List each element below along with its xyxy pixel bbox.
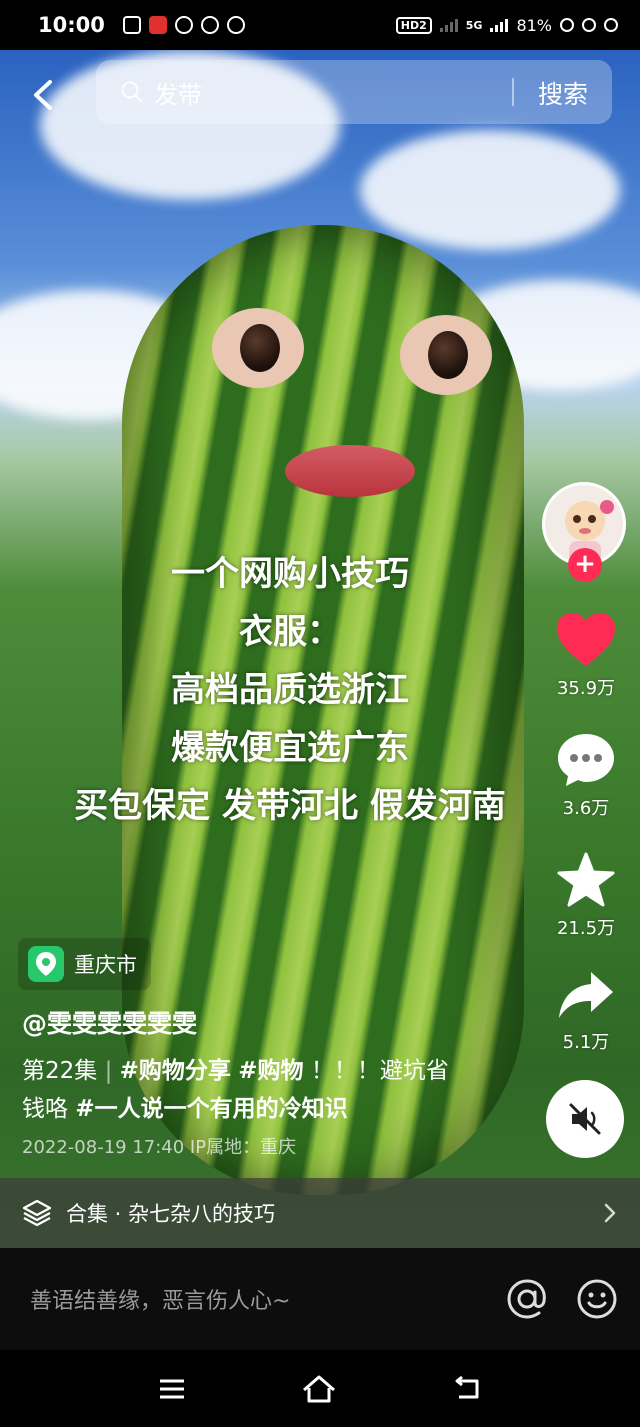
location-label: 重庆市 xyxy=(74,953,137,977)
status-time: 10:00 xyxy=(38,13,105,37)
hashtag[interactable]: #购物 xyxy=(238,1058,303,1084)
battery-percent: 81% xyxy=(516,15,552,35)
menu-icon[interactable] xyxy=(157,1377,187,1401)
app-notification-icon xyxy=(122,16,141,34)
signal-icon xyxy=(490,18,509,32)
layers-icon xyxy=(22,1199,52,1227)
episode-label: 第22集 xyxy=(22,1058,98,1084)
back-arrow-icon[interactable] xyxy=(28,78,62,112)
app-notification-icon xyxy=(148,16,167,34)
hashtag[interactable]: #购物分享 xyxy=(120,1058,231,1084)
collection-bar[interactable]: 合集 · 杂七杂八的技巧 xyxy=(0,1178,640,1248)
caption-line: 一个网购小技巧 xyxy=(171,554,409,594)
search-divider xyxy=(512,78,514,106)
location-pin-icon xyxy=(28,946,64,982)
search-query[interactable]: 发带 xyxy=(154,75,202,110)
favorite-count: 21.5万 xyxy=(556,918,616,939)
author-name[interactable]: @雯雯雯雯雯雯 xyxy=(22,1004,197,1040)
character-eye xyxy=(212,308,304,388)
separator: | xyxy=(104,1058,113,1084)
network-label: 5G xyxy=(465,18,483,32)
app-notification-icon xyxy=(604,18,618,32)
hashtag[interactable]: #一人说一个有用的冷知识 xyxy=(75,1096,347,1122)
emoji-icon[interactable] xyxy=(576,1278,618,1320)
app-notification-icon xyxy=(174,16,193,34)
heart-icon xyxy=(557,613,615,666)
search-icon xyxy=(121,81,143,103)
mention-icon[interactable] xyxy=(506,1278,548,1320)
back-icon[interactable] xyxy=(451,1375,483,1403)
caption-line: 买包保定 发带河北 假发河南 xyxy=(74,786,506,826)
search-bar[interactable]: 发带 搜索 xyxy=(96,60,612,124)
comment-icon xyxy=(558,734,614,786)
video-caption: 一个网购小技巧 衣服： 高档品质选浙江 爆款便宜选广东 买包保定 发带河北 假发… xyxy=(0,545,580,835)
home-icon[interactable] xyxy=(301,1374,337,1404)
chevron-right-icon xyxy=(604,1203,616,1223)
comment-input[interactable]: 善语结善缘，恶言伤人心~ xyxy=(30,1283,290,1315)
app-notification-icon xyxy=(582,18,596,32)
favorite-button[interactable]: 21.5万 xyxy=(548,852,624,940)
share-button[interactable]: 5.1万 xyxy=(548,970,624,1054)
background-cloud xyxy=(360,130,620,250)
video-description: 第22集 | #购物分享 #购物 ！！！避坑省钱咯 #一人说一个有用的冷知识 xyxy=(22,1052,462,1128)
app-notification-icon xyxy=(560,18,574,32)
share-arrow-icon xyxy=(559,972,613,1018)
weibo-icon xyxy=(226,16,245,34)
post-meta: 2022-08-19 17:40 IP属地：重庆 xyxy=(22,1137,297,1158)
caption-line: 衣服： xyxy=(239,612,341,652)
follow-button[interactable]: + xyxy=(568,548,602,582)
caption-line: 爆款便宜选广东 xyxy=(171,728,409,768)
comment-count: 3.6万 xyxy=(562,798,610,819)
status-right: HD2 5G 81% xyxy=(395,15,618,35)
search-button[interactable]: 搜索 xyxy=(538,75,588,111)
status-bar: 10:00 HD2 5G 81% xyxy=(0,0,640,50)
hd-badge: HD2 xyxy=(395,16,432,34)
star-icon xyxy=(557,852,615,907)
share-count: 5.1万 xyxy=(562,1032,610,1053)
comment-button[interactable]: 3.6万 xyxy=(548,732,624,820)
comment-bar: 善语结善缘，恶言伤人心~ xyxy=(0,1248,640,1350)
character-eye xyxy=(400,315,492,395)
like-count: 35.9万 xyxy=(556,678,616,699)
caption-line: 高档品质选浙江 xyxy=(171,670,409,710)
like-button[interactable]: 35.9万 xyxy=(548,612,624,700)
system-nav-bar xyxy=(0,1350,640,1427)
notification-icons xyxy=(122,16,245,34)
character-lips xyxy=(285,445,415,497)
collection-label: 合集 · 杂七杂八的技巧 xyxy=(66,1202,276,1226)
speaker-muted-icon xyxy=(569,1103,601,1135)
app-notification-icon xyxy=(200,16,219,34)
location-tag[interactable]: 重庆市 xyxy=(18,938,151,990)
signal-icon xyxy=(439,18,458,32)
mute-button[interactable] xyxy=(546,1080,624,1158)
